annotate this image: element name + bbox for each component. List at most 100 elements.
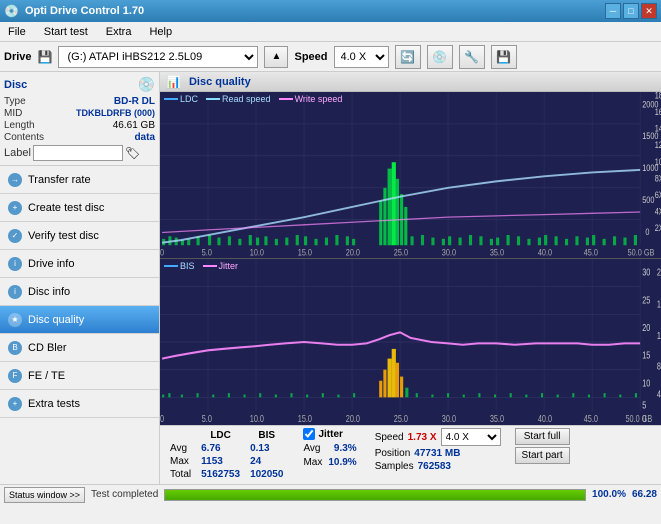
maximize-button[interactable]: □ — [623, 3, 639, 19]
sidebar-item-fe-te[interactable]: F FE / TE — [0, 362, 159, 390]
speed-select[interactable]: 4.0 X — [334, 46, 389, 68]
cd-bler-icon: B — [8, 341, 22, 355]
minimize-button[interactable]: ─ — [605, 3, 621, 19]
create-test-icon: + — [8, 201, 22, 215]
svg-text:10.0: 10.0 — [250, 248, 265, 258]
svg-text:8%: 8% — [657, 361, 661, 372]
jitter-avg-label: Avg — [303, 443, 320, 454]
legend-read-label: Read speed — [222, 94, 271, 104]
svg-text:4X: 4X — [655, 207, 661, 217]
svg-text:45.0: 45.0 — [584, 248, 599, 258]
window-controls: ─ □ ✕ — [605, 3, 657, 19]
sidebar-item-create-test-disc[interactable]: + Create test disc — [0, 194, 159, 222]
chart-header: 📊 Disc quality — [160, 72, 661, 92]
jitter-checkbox[interactable] — [303, 428, 315, 440]
verify-test-label: Verify test disc — [28, 230, 99, 242]
close-button[interactable]: ✕ — [641, 3, 657, 19]
sidebar-item-transfer-rate[interactable]: → Transfer rate — [0, 166, 159, 194]
start-part-button[interactable]: Start part — [515, 447, 570, 464]
jitter-section: Jitter Avg 9.3% Max 10.9% — [299, 428, 360, 468]
sidebar-item-disc-info[interactable]: i Disc info — [0, 278, 159, 306]
svg-text:20%: 20% — [657, 267, 661, 278]
drive-select[interactable]: (G:) ATAPI iHBS212 2.5L09 — [58, 46, 258, 68]
disc-info-icon: i — [8, 285, 22, 299]
nav-menu: → Transfer rate + Create test disc ✓ Ver… — [0, 166, 159, 418]
start-full-button[interactable]: Start full — [515, 428, 570, 445]
menu-start-test[interactable]: Start test — [40, 24, 92, 40]
sidebar-item-cd-bler[interactable]: B CD Bler — [0, 334, 159, 362]
svg-text:15.0: 15.0 — [298, 248, 313, 258]
speed-combo[interactable]: 4.0 X — [441, 428, 501, 446]
svg-text:16%: 16% — [657, 298, 661, 309]
menu-extra[interactable]: Extra — [102, 24, 136, 40]
mid-label: MID — [4, 108, 22, 119]
fe-te-icon: F — [8, 369, 22, 383]
status-window-button[interactable]: Status window >> — [4, 487, 85, 503]
bis-avg: 0.13 — [246, 443, 287, 454]
type-label: Type — [4, 96, 26, 107]
svg-text:25: 25 — [642, 294, 650, 305]
menu-file[interactable]: File — [4, 24, 30, 40]
disc-info-label: Disc info — [28, 286, 70, 298]
legend-jitter: Jitter — [203, 261, 239, 271]
svg-text:30.0: 30.0 — [442, 413, 456, 424]
bis-max: 24 — [246, 456, 287, 467]
svg-text:50.0 GB: 50.0 GB — [626, 413, 653, 424]
contents-value: data — [134, 132, 155, 143]
save-button[interactable]: 💾 — [491, 45, 517, 69]
samples-label: Samples — [375, 461, 414, 472]
eject-button[interactable]: ▲ — [264, 46, 288, 68]
speed-position-section: Speed 1.73 X 4.0 X Position 47731 MB Sam… — [371, 428, 505, 472]
cd-bler-label: CD Bler — [28, 342, 67, 354]
disc-panel: Disc 💿 Type BD-R DL MID TDKBLDRFB (000) … — [0, 72, 159, 166]
extra-tests-icon: + — [8, 397, 22, 411]
disc-header-title: Disc — [4, 79, 27, 91]
svg-text:15: 15 — [642, 350, 650, 361]
settings-button[interactable]: 🔧 — [459, 45, 485, 69]
progress-bar-fill — [165, 490, 585, 500]
svg-text:8X: 8X — [655, 174, 661, 184]
svg-text:10: 10 — [642, 377, 650, 388]
menu-bar: File Start test Extra Help — [0, 22, 661, 42]
svg-text:20.0: 20.0 — [346, 413, 360, 424]
max-label: Max — [166, 456, 195, 467]
svg-text:5: 5 — [642, 399, 646, 410]
svg-text:25.0: 25.0 — [394, 413, 408, 424]
right-panel: 📊 Disc quality LDC Read speed — [160, 72, 661, 484]
svg-text:4%: 4% — [657, 388, 661, 399]
svg-text:12%: 12% — [657, 330, 661, 341]
ldc-max: 1153 — [197, 456, 244, 467]
sidebar-item-disc-quality[interactable]: ★ Disc quality — [0, 306, 159, 334]
svg-text:0: 0 — [160, 413, 164, 424]
sidebar-item-drive-info[interactable]: i Drive info — [0, 250, 159, 278]
disc-quality-icon: ★ — [8, 313, 22, 327]
svg-text:35.0: 35.0 — [490, 413, 504, 424]
svg-text:50.0 GB: 50.0 GB — [628, 248, 655, 258]
svg-text:20: 20 — [642, 322, 650, 333]
sidebar: Disc 💿 Type BD-R DL MID TDKBLDRFB (000) … — [0, 72, 160, 484]
legend-write-speed: Write speed — [279, 94, 343, 104]
svg-text:45.0: 45.0 — [584, 413, 598, 424]
ldc-avg: 6.76 — [197, 443, 244, 454]
sidebar-item-verify-test-disc[interactable]: ✓ Verify test disc — [0, 222, 159, 250]
disc-label-input[interactable] — [33, 145, 123, 161]
jitter-max-label: Max — [303, 457, 322, 468]
legend-jitter-label: Jitter — [219, 261, 239, 271]
transfer-rate-label: Transfer rate — [28, 174, 91, 186]
avg-label: Avg — [166, 443, 195, 454]
svg-text:40.0: 40.0 — [538, 413, 552, 424]
svg-text:40.0: 40.0 — [538, 248, 553, 258]
sidebar-item-extra-tests[interactable]: + Extra tests — [0, 390, 159, 418]
label-button[interactable]: 🏷 — [125, 146, 140, 160]
bis-col-header: BIS — [246, 430, 287, 441]
menu-help[interactable]: Help — [145, 24, 176, 40]
status-bar: Status window >> Test completed 100.0% 6… — [0, 484, 661, 504]
disc-label-text: Label — [4, 147, 31, 159]
drive-info-icon: i — [8, 257, 22, 271]
refresh-button[interactable]: 🔄 — [395, 45, 421, 69]
top-chart: LDC Read speed Write speed — [160, 92, 661, 259]
speed-info-label: Speed — [375, 432, 404, 443]
disc-button[interactable]: 💿 — [427, 45, 453, 69]
svg-text:10X: 10X — [655, 157, 661, 167]
bottom-chart: BIS Jitter — [160, 259, 661, 425]
